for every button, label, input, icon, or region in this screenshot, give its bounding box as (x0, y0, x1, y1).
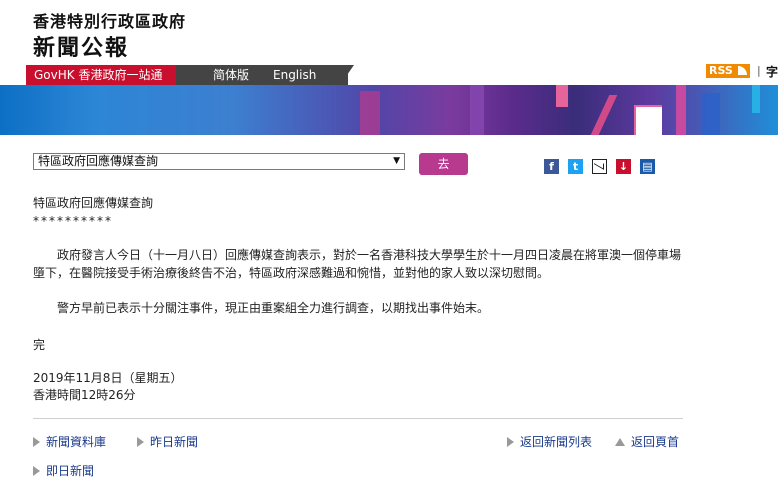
article-time: 香港時間12時26分 (33, 388, 136, 402)
article-date: 2019年11月8日（星期五） (33, 371, 183, 385)
rss-label: RSS (709, 64, 733, 77)
top-nav-bar: GovHK 香港政府一站通 简体版 English (0, 65, 778, 85)
press-release-select[interactable]: 特區政府回應傳媒查詢 ▼ (33, 153, 405, 170)
email-icon[interactable] (592, 158, 607, 174)
print-icon[interactable]: ▤ (640, 159, 655, 174)
back-to-list-link[interactable]: 返回新聞列表 (507, 433, 592, 450)
yesterday-news-link[interactable]: 昨日新聞 (137, 433, 198, 450)
arrow-right-icon (33, 437, 40, 447)
header-title-press: 新聞公報 (33, 36, 130, 61)
pdf-download-icon[interactable]: ↓ (616, 159, 631, 174)
header-banner (0, 85, 778, 135)
twitter-icon[interactable]: t (568, 159, 583, 174)
rss-button[interactable]: RSS (706, 64, 750, 78)
govhk-link[interactable]: GovHK 香港政府一站通 (26, 65, 176, 85)
facebook-icon[interactable]: f (544, 159, 559, 174)
go-button[interactable]: 去 (419, 153, 468, 175)
article-stars: ********** (33, 214, 113, 228)
english-link[interactable]: English (273, 65, 316, 85)
today-news-link[interactable]: 即日新聞 (33, 462, 94, 479)
font-size-button[interactable]: 字 (766, 63, 778, 80)
article-end: 完 (33, 338, 46, 352)
article-headline: 特區政府回應傳媒查詢 (33, 196, 154, 210)
select-value: 特區政府回應傳媒查詢 (38, 154, 159, 168)
arrow-right-icon (137, 437, 144, 447)
back-to-top-link[interactable]: 返回頁首 (615, 433, 679, 450)
dropdown-arrow-icon: ▼ (393, 156, 400, 166)
simplified-chinese-link[interactable]: 简体版 (213, 65, 249, 85)
footer-divider (33, 418, 683, 419)
article-paragraph-2: 警方早前已表示十分關注事件，現正由重案組全力進行調查，以期找出事件始末。 (57, 301, 490, 315)
article-paragraph-1: 政府發言人今日（十一月八日）回應傳媒查詢表示，對於一名香港科技大學學生於十一月四… (33, 248, 682, 280)
rss-icon (738, 66, 747, 75)
arrow-right-icon (33, 466, 40, 476)
arrow-up-icon (615, 438, 625, 446)
header-title-gov: 香港特別行政區政府 (33, 12, 187, 31)
arrow-right-icon (507, 437, 514, 447)
tool-separator: | (757, 64, 761, 77)
news-archive-link[interactable]: 新聞資料庫 (33, 433, 106, 450)
